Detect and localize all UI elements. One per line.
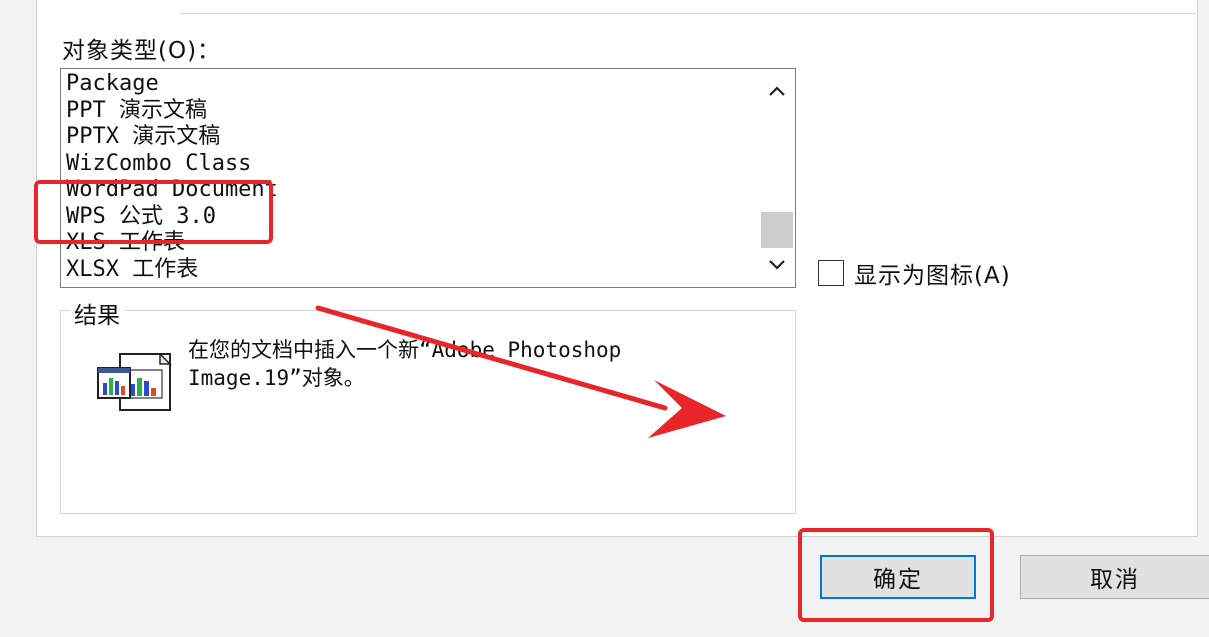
annotation-arrow-icon [315,305,726,438]
